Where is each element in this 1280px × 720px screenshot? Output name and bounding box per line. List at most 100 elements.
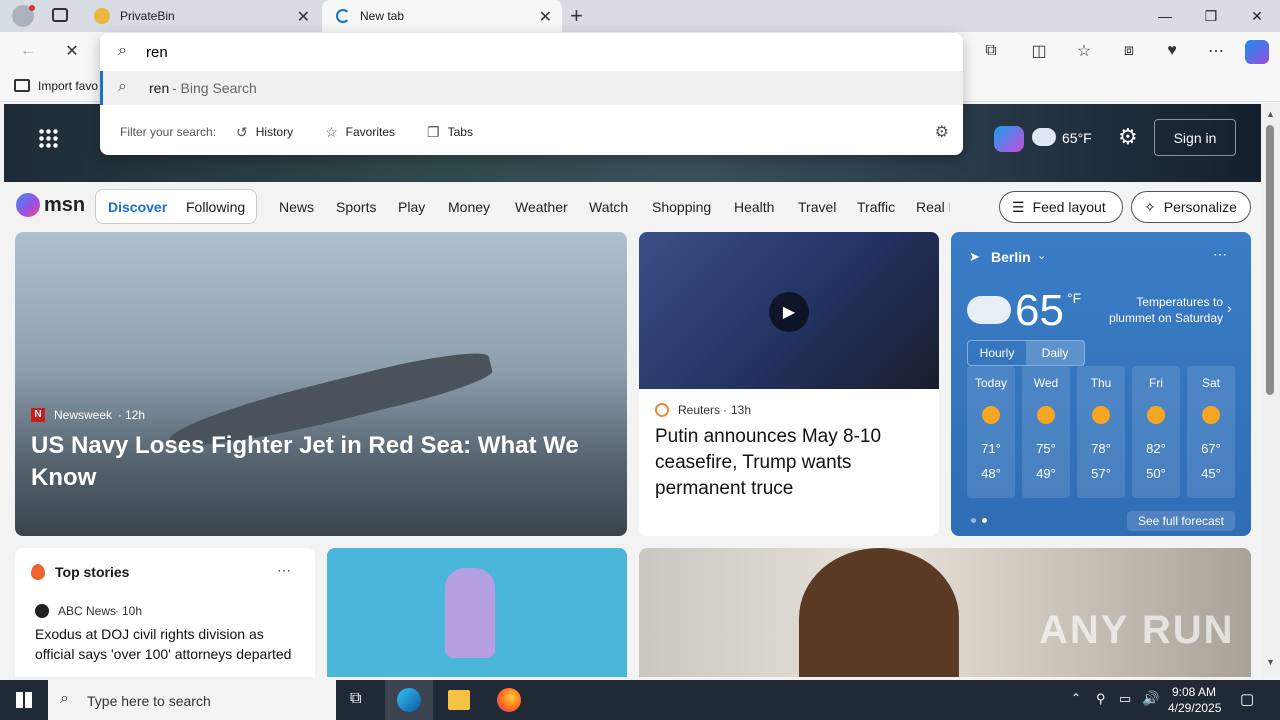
tab-privatebin[interactable]: PrivateBin ✕: [84, 0, 320, 32]
nav-watch[interactable]: Watch: [589, 199, 628, 215]
large-story-card[interactable]: ANY RUN: [639, 548, 1251, 677]
nav-weather[interactable]: Weather: [515, 199, 568, 215]
network-icon[interactable]: ⚲: [1096, 691, 1106, 707]
see-full-forecast-link[interactable]: See full forecast: [1127, 511, 1235, 531]
forecast-day[interactable]: Fri 82° 50°: [1132, 366, 1180, 498]
page-scrollbar[interactable]: ▲ ▼: [1262, 103, 1280, 677]
windows-start-icon[interactable]: [16, 692, 32, 708]
copilot-hero-icon[interactable]: [994, 126, 1024, 152]
tab-daily[interactable]: Daily: [1026, 341, 1084, 365]
nav-health[interactable]: Health: [734, 199, 774, 215]
tab-hourly[interactable]: Hourly: [968, 341, 1026, 365]
story-headline[interactable]: Exodus at DOJ civil rights division as o…: [35, 624, 305, 664]
address-input[interactable]: [146, 40, 926, 64]
filter-favorites[interactable]: ☆ Favorites: [325, 124, 395, 141]
collections-icon[interactable]: ⧈: [1118, 40, 1140, 62]
forecast-day-label: Thu: [1090, 376, 1112, 390]
nav-real-estate[interactable]: Real E: [916, 199, 950, 215]
stop-icon[interactable]: ✕: [61, 40, 83, 62]
nav-sports[interactable]: Sports: [336, 199, 376, 215]
scrollbar-thumb[interactable]: [1266, 125, 1274, 395]
weather-city[interactable]: Berlin: [991, 249, 1031, 265]
forecast-low: 48°: [981, 466, 1001, 481]
forecast-day[interactable]: Wed 75° 49°: [1022, 366, 1070, 498]
personalize-label: Personalize: [1163, 199, 1237, 215]
story-card[interactable]: ▶ Reuters · 13h Putin announces May 8-10…: [639, 232, 939, 536]
settings-icon[interactable]: ⚙: [1118, 124, 1138, 150]
more-icon[interactable]: ⋯: [1205, 40, 1227, 62]
forecast-day[interactable]: Thu 78° 57°: [1077, 366, 1125, 498]
forecast-day[interactable]: Sat 67° 45°: [1187, 366, 1235, 498]
file-explorer-icon[interactable]: [448, 690, 470, 710]
ethernet-icon[interactable]: ▭: [1119, 691, 1131, 707]
close-tab-icon[interactable]: ✕: [297, 7, 310, 27]
more-options-icon[interactable]: ⋯: [277, 562, 291, 579]
favorites-icon[interactable]: ☆: [1073, 40, 1095, 62]
nav-shopping[interactable]: Shopping: [652, 199, 711, 215]
feed-tabs: Discover Following: [95, 189, 257, 224]
abc-news-logo-icon: [35, 604, 49, 618]
new-tab-icon[interactable]: +: [570, 3, 583, 29]
chevron-right-icon[interactable]: ›: [1227, 300, 1232, 316]
main-story-card[interactable]: N Newsweek · 12h US Navy Loses Fighter J…: [15, 232, 627, 536]
extensions-icon[interactable]: ⧉: [980, 40, 1002, 62]
taskbar-date[interactable]: 4/29/2025: [1168, 701, 1221, 715]
taskbar-search[interactable]: ⌕ Type here to search: [48, 680, 336, 720]
more-options-icon[interactable]: ⋯: [1213, 246, 1227, 263]
scroll-up-icon[interactable]: ▲: [1266, 109, 1275, 119]
story-headline[interactable]: Putin announces May 8-10 ceasefire, Trum…: [655, 424, 925, 502]
performance-icon[interactable]: ♥: [1161, 40, 1183, 62]
close-window-icon[interactable]: ✕: [1242, 4, 1272, 28]
cloud-icon: [1032, 128, 1056, 146]
sign-in-button[interactable]: Sign in: [1154, 119, 1236, 156]
msn-logo[interactable]: msn: [44, 194, 85, 217]
nav-play[interactable]: Play: [398, 199, 425, 215]
taskbar-time[interactable]: 9:08 AM: [1172, 685, 1216, 699]
msn-nav: msn Discover Following News Sports Play …: [0, 185, 1262, 227]
filter-tabs[interactable]: ❐ Tabs: [427, 124, 473, 141]
taskbar-search-placeholder: Type here to search: [87, 693, 211, 709]
scroll-down-icon[interactable]: ▼: [1266, 657, 1275, 667]
feed-layout-button[interactable]: ☰ Feed layout: [999, 191, 1123, 223]
tab-following[interactable]: Following: [186, 199, 245, 215]
chevron-down-icon[interactable]: ⌄: [1037, 249, 1046, 262]
restore-icon[interactable]: ❐: [1196, 4, 1226, 28]
volume-icon[interactable]: 🔊: [1142, 690, 1159, 707]
tab-actions-icon[interactable]: [52, 8, 68, 22]
filter-history[interactable]: ↺ History: [236, 124, 293, 141]
tab-new-tab[interactable]: New tab ✕: [322, 0, 562, 32]
nav-news[interactable]: News: [279, 199, 314, 215]
nav-money[interactable]: Money: [448, 199, 490, 215]
search-icon: ⌕: [118, 42, 127, 59]
filter-tabs-label: Tabs: [447, 125, 473, 139]
chevron-up-icon[interactable]: ⌃: [1071, 691, 1081, 705]
suggestion-suffix: - Bing Search: [172, 80, 257, 96]
firefox-icon[interactable]: [497, 688, 521, 712]
minimize-icon[interactable]: —: [1150, 4, 1180, 28]
carousel-dot-active[interactable]: [982, 518, 987, 523]
carousel-dot[interactable]: [971, 518, 976, 523]
play-icon[interactable]: ▶: [769, 292, 809, 332]
apps-grid-icon[interactable]: [38, 128, 58, 148]
edge-taskbar-button[interactable]: [385, 680, 433, 720]
weather-card[interactable]: ➤ Berlin ⌄ ⋯ 65 °F Temperatures to plumm…: [951, 232, 1251, 536]
feed-layout-label: Feed layout: [1032, 199, 1106, 215]
split-screen-icon[interactable]: ◫: [1028, 40, 1050, 62]
task-view-icon[interactable]: ⧉: [350, 690, 361, 708]
settings-icon[interactable]: ⚙: [935, 122, 949, 142]
msn-logo-icon[interactable]: [16, 193, 40, 217]
copilot-icon[interactable]: [1245, 40, 1269, 64]
suggestion-item[interactable]: ⌕ ren - Bing Search: [100, 71, 963, 105]
tab-discover[interactable]: Discover: [108, 199, 167, 215]
notifications-icon[interactable]: ▢: [1240, 690, 1254, 708]
nav-travel[interactable]: Travel: [798, 199, 836, 215]
weather-alert[interactable]: Temperatures to plummet on Saturday: [1101, 294, 1223, 326]
promo-image-card[interactable]: [327, 548, 627, 677]
close-tab-icon[interactable]: ✕: [539, 7, 552, 27]
back-icon[interactable]: ←: [17, 40, 39, 62]
personalize-button[interactable]: ✧ Personalize: [1131, 191, 1251, 223]
nav-traffic[interactable]: Traffic: [857, 199, 895, 215]
forecast-day[interactable]: Today 71° 48°: [967, 366, 1015, 498]
import-favorites-link[interactable]: Import favo: [38, 79, 98, 93]
story-headline[interactable]: US Navy Loses Fighter Jet in Red Sea: Wh…: [31, 430, 591, 494]
